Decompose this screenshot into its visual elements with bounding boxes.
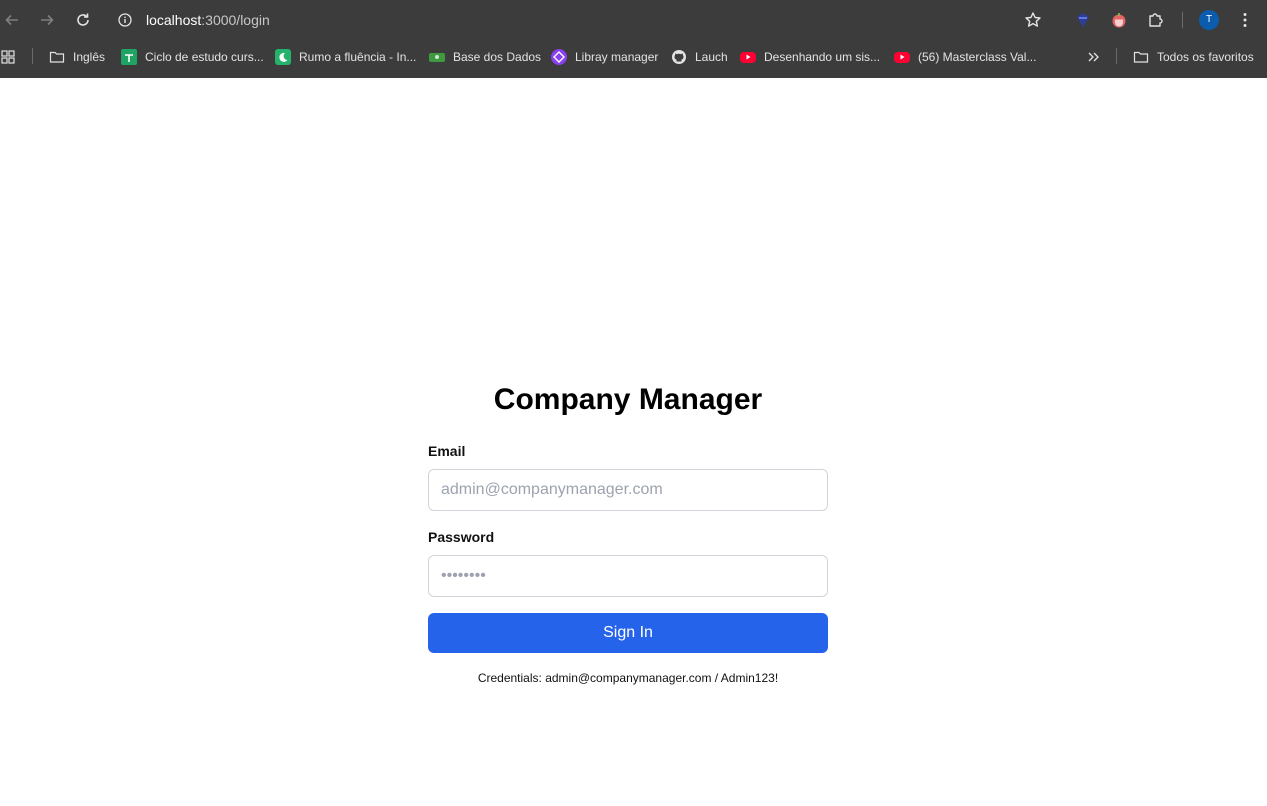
apps-grid-icon xyxy=(0,49,16,65)
url-text[interactable]: localhost:3000/login xyxy=(146,12,270,28)
bookmarks-divider xyxy=(32,48,33,64)
more-vertical-icon xyxy=(1243,13,1247,27)
bookmark-label: (56) Masterclass Val... xyxy=(918,50,1037,64)
bookmarks-bar: Inglês Ciclo de estudo curs... Rumo a fl… xyxy=(0,40,1267,74)
bookmark-star-button[interactable] xyxy=(1023,10,1043,30)
folder-icon xyxy=(1133,49,1149,65)
bookmark-masterclass[interactable]: (56) Masterclass Val... xyxy=(894,48,1036,66)
bookmark-libray-manager[interactable]: Libray manager xyxy=(551,48,658,66)
bookmark-label: Todos os favoritos xyxy=(1157,50,1254,64)
back-button[interactable] xyxy=(0,8,24,32)
folder-icon xyxy=(49,49,65,65)
bookmark-rumo-fluencia[interactable]: Rumo a fluência - In... xyxy=(275,48,416,66)
browser-toolbar: localhost:3000/login T xyxy=(0,0,1267,40)
extension-tomato-button[interactable] xyxy=(1109,10,1129,30)
toolbar-divider xyxy=(1182,12,1183,28)
forward-button[interactable] xyxy=(35,8,59,32)
bookmark-base-dos-dados[interactable]: Base dos Dados xyxy=(429,48,541,66)
site-info-icon[interactable] xyxy=(118,13,132,27)
profile-avatar[interactable]: T xyxy=(1199,10,1219,30)
url-path: :3000/login xyxy=(201,12,270,28)
bookmark-label: Libray manager xyxy=(575,50,659,64)
bookmark-lauch[interactable]: Lauch xyxy=(671,48,728,66)
page-title: Company Manager xyxy=(493,383,763,416)
github-icon xyxy=(671,49,687,65)
tomato-extension-icon xyxy=(1112,13,1126,28)
library-app-icon xyxy=(551,49,567,65)
bookmark-label: Lauch xyxy=(695,50,728,64)
credentials-hint: Credentials: admin@companymanager.com / … xyxy=(477,671,779,685)
bookmark-label: Ciclo de estudo curs... xyxy=(145,50,264,64)
bookmark-label: Rumo a fluência - In... xyxy=(299,50,417,64)
bookmarks-divider xyxy=(1116,48,1117,64)
bookmark-label: Inglês xyxy=(73,50,106,64)
password-label: Password xyxy=(428,529,495,545)
bookmark-desenhando[interactable]: Desenhando um sis... xyxy=(740,48,880,66)
email-label: Email xyxy=(428,443,466,459)
reload-icon xyxy=(77,13,89,26)
extensions-button[interactable] xyxy=(1146,10,1166,30)
all-bookmarks-folder[interactable]: Todos os favoritos xyxy=(1133,48,1254,66)
moon-app-icon xyxy=(275,49,291,65)
shield-extension-icon xyxy=(1077,13,1089,27)
arrow-right-icon xyxy=(41,14,54,26)
bookmark-label: Desenhando um sis... xyxy=(764,50,881,64)
bookmark-ciclo-estudo[interactable]: Ciclo de estudo curs... xyxy=(121,48,264,66)
url-host: localhost xyxy=(146,12,202,28)
address-bar[interactable]: localhost:3000/login xyxy=(106,4,1056,36)
youtube-icon xyxy=(894,51,910,63)
browser-menu-button[interactable] xyxy=(1235,10,1255,30)
double-chevron-right-icon xyxy=(1085,49,1101,65)
sheets-icon xyxy=(121,49,137,65)
extension-shield-button[interactable] xyxy=(1073,10,1093,30)
bookmark-label: Base dos Dados xyxy=(453,50,542,64)
browser-chrome: localhost:3000/login T Inglês Ciclo de e… xyxy=(0,0,1267,78)
puzzle-icon xyxy=(1149,13,1163,27)
money-icon xyxy=(429,52,445,62)
arrow-left-icon xyxy=(5,14,18,26)
password-field[interactable] xyxy=(428,555,828,597)
bookmark-ingles[interactable]: Inglês xyxy=(49,48,105,66)
reload-button[interactable] xyxy=(71,8,95,32)
youtube-icon xyxy=(740,51,756,63)
email-field[interactable] xyxy=(428,469,828,511)
more-bookmarks-button[interactable] xyxy=(1085,48,1109,66)
apps-button[interactable] xyxy=(0,48,24,66)
star-icon xyxy=(1025,12,1041,27)
sign-in-button[interactable]: Sign In xyxy=(428,613,828,653)
